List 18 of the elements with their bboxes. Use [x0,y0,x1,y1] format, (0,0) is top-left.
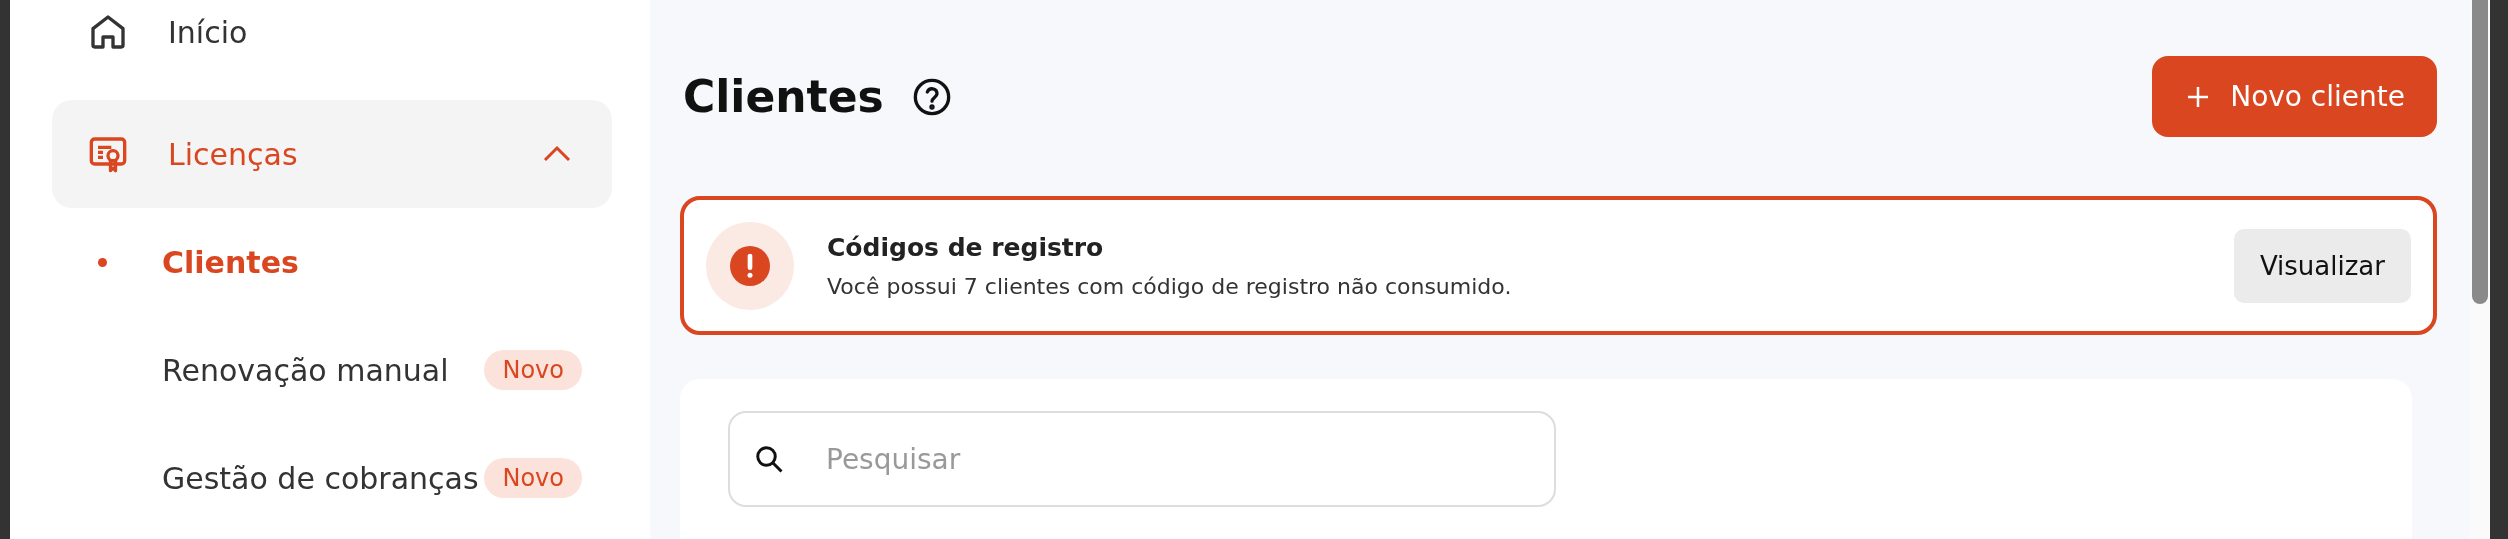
sidebar-subitem[interactable]: Gestão de cobranças Novo [52,424,612,532]
new-badge: Novo [484,458,582,498]
chevron-icon [542,145,572,163]
search-field[interactable]: Pesquisar [728,411,1556,507]
search-icon [754,444,784,474]
sidebar-item[interactable]: Início [52,0,612,64]
sidebar-subitem[interactable]: Renovação manual Novo [52,316,612,424]
alert-message: Você possui 7 clientes com código de registro não consumido. [827,273,1513,299]
view-button[interactable]: Visualizar [2233,228,2411,303]
scrollbar[interactable] [2470,0,2490,539]
alert-title: Códigos de registro [827,232,1105,262]
new-badge: Novo [484,350,582,390]
sidebar-subitem[interactable]: Clientes [52,208,612,316]
new-client-button[interactable]: Novo cliente [2152,56,2437,137]
sidebar-item[interactable]: Licenças [52,100,612,208]
help-icon[interactable] [911,76,952,117]
page-title: Clientes [683,71,884,122]
plus-icon [2186,84,2211,109]
